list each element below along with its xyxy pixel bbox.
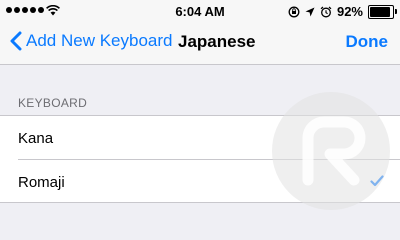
r-logo-icon xyxy=(302,116,366,186)
back-button-label: Add New Keyboard xyxy=(26,31,173,50)
location-arrow-icon xyxy=(305,7,315,16)
battery-percentage: 92% xyxy=(336,4,363,19)
battery-fill xyxy=(370,6,391,17)
watermark-logo xyxy=(272,92,390,210)
rotation-lock-icon xyxy=(288,6,300,17)
navigation-bar: Add New Keyboard Japanese Done xyxy=(0,22,400,65)
back-button[interactable]: Add New Keyboard xyxy=(10,31,172,51)
status-right-group: 92% xyxy=(288,4,397,19)
page-title: Japanese xyxy=(178,32,256,51)
alarm-icon xyxy=(320,6,332,17)
list-item-label: Kana xyxy=(18,130,54,147)
done-button[interactable]: Done xyxy=(346,32,389,52)
battery-icon xyxy=(368,4,397,19)
chevron-left-icon xyxy=(10,31,22,51)
section-header: KEYBOARD xyxy=(18,96,88,110)
list-item-label: Romaji xyxy=(18,174,65,191)
status-bar: 6:04 AM 92% xyxy=(0,0,400,22)
